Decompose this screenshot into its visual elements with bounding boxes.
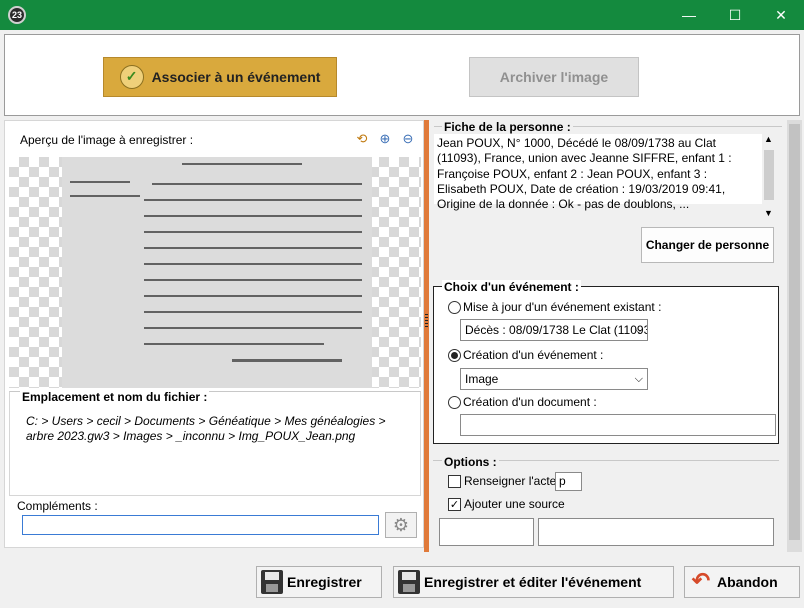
zoom-out-icon[interactable]: ⊖: [399, 130, 417, 148]
scroll-up-icon[interactable]: ▲: [764, 134, 773, 144]
update-event-label: Mise à jour d'un événement existant :: [463, 300, 662, 314]
add-source-checkbox[interactable]: ✓: [448, 498, 461, 511]
splitter-grip[interactable]: [425, 314, 428, 328]
create-event-label: Création d'un événement :: [463, 348, 604, 362]
file-location-title: Emplacement et nom du fichier :: [20, 390, 210, 404]
cancel-label: Abandon: [717, 574, 778, 590]
archive-image-button[interactable]: Archiver l'image: [469, 57, 639, 97]
rotate-icon[interactable]: ⟲: [353, 130, 371, 148]
person-scroll-thumb[interactable]: [764, 150, 774, 200]
panel-splitter[interactable]: [424, 120, 429, 552]
check-icon: ✓: [119, 65, 144, 89]
save-label: Enregistrer: [287, 574, 362, 590]
fill-act-checkbox[interactable]: [448, 475, 461, 488]
save-and-edit-label: Enregistrer et éditer l'événement: [424, 574, 642, 590]
preview-label: Aperçu de l'image à enregistrer :: [20, 133, 194, 147]
chevron-down-icon: ⌵: [634, 373, 643, 385]
event-type-select[interactable]: Image ⌵: [460, 368, 648, 390]
event-type-value: Image: [465, 372, 499, 386]
image-preview-area: [9, 157, 421, 388]
gear-icon[interactable]: ⚙: [385, 512, 417, 538]
create-event-radio[interactable]: [448, 349, 461, 362]
update-event-radio[interactable]: [448, 301, 461, 314]
scrollbar-thumb[interactable]: [789, 124, 800, 540]
existing-event-value: Décès : 08/09/1738 Le Clat (11093): [465, 323, 648, 337]
options-title: Options :: [442, 455, 499, 469]
create-document-radio[interactable]: [448, 396, 461, 409]
file-path: C: > Users > cecil > Documents > Généati…: [26, 414, 386, 443]
source-field-1[interactable]: [439, 518, 534, 546]
associate-event-button[interactable]: ✓ Associer à un événement: [103, 57, 337, 97]
fill-act-input[interactable]: p: [555, 472, 582, 491]
action-toolbar: ✓ Associer à un événement Archiver l'ima…: [4, 34, 800, 116]
image-panel: Aperçu de l'image à enregistrer : ⟲ ⊕ ⊖ …: [4, 120, 424, 548]
create-document-label: Création d'un document :: [463, 395, 597, 409]
save-button[interactable]: Enregistrer: [256, 566, 382, 598]
maximize-button[interactable]: ☐: [712, 0, 758, 30]
complements-label: Compléments :: [17, 499, 98, 513]
existing-event-select[interactable]: Décès : 08/09/1738 Le Clat (11093) ⌵: [460, 319, 648, 341]
app-logo-icon: 23: [8, 6, 26, 24]
source-field-2[interactable]: [538, 518, 774, 546]
fill-act-label: Renseigner l'acte: [464, 474, 557, 488]
event-choice-title: Choix d'un événement :: [442, 280, 581, 294]
scanned-document-image: [62, 157, 372, 388]
change-person-button[interactable]: Changer de personne: [641, 227, 774, 263]
person-summary: Jean POUX, N° 1000, Décédé le 08/09/1738…: [434, 134, 762, 211]
complements-input[interactable]: [22, 515, 379, 535]
minimize-button[interactable]: —: [666, 0, 712, 30]
undo-arrow-icon: ↶: [691, 568, 711, 593]
close-button[interactable]: ✕: [758, 0, 804, 30]
document-name-input[interactable]: [460, 414, 776, 436]
floppy-disk-icon: [261, 570, 283, 594]
floppy-disk-icon: [398, 570, 420, 594]
associate-event-label: Associer à un événement: [151, 69, 321, 85]
person-title: Fiche de la personne :: [442, 120, 573, 134]
scroll-down-icon[interactable]: ▼: [764, 208, 773, 218]
save-and-edit-button[interactable]: Enregistrer et éditer l'événement: [393, 566, 674, 598]
cancel-button[interactable]: ↶ Abandon: [684, 566, 800, 598]
zoom-in-icon[interactable]: ⊕: [376, 130, 394, 148]
add-source-label: Ajouter une source: [464, 497, 565, 511]
file-location-group: Emplacement et nom du fichier : C: > Use…: [9, 390, 421, 496]
chevron-down-icon: ⌵: [634, 324, 643, 336]
